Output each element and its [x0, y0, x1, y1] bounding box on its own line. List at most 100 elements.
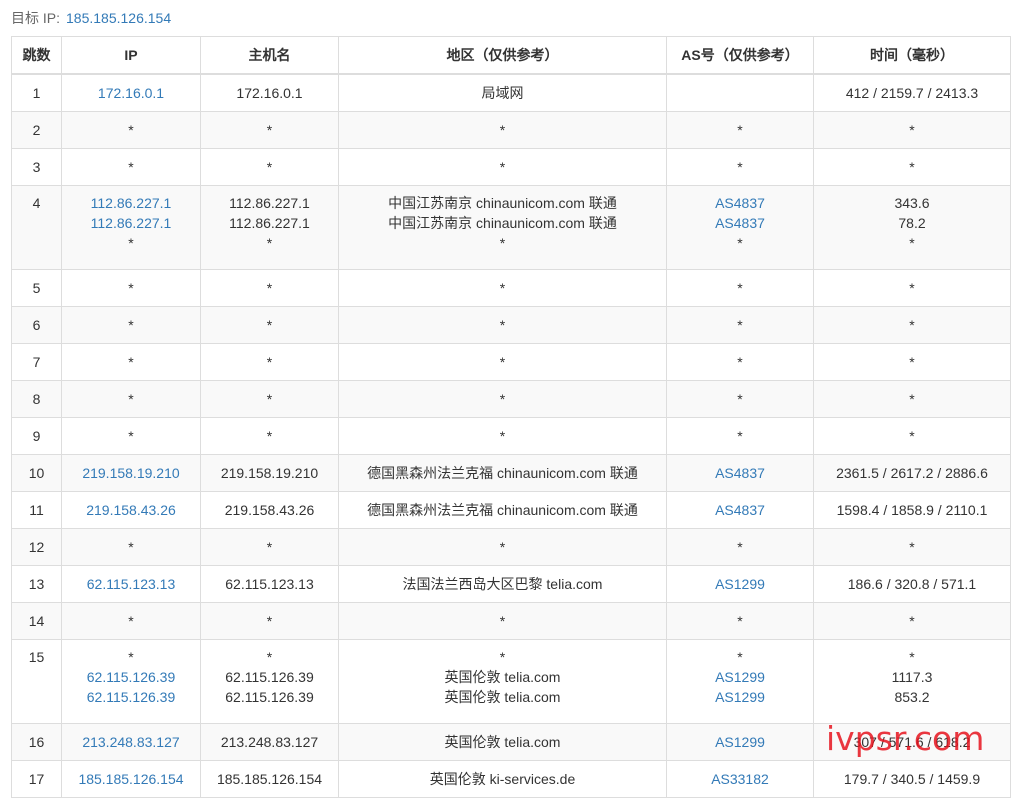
ip-link[interactable]: 112.86.227.1	[66, 193, 196, 213]
hop-cell: 2	[11, 111, 62, 149]
as-cell: AS33182	[666, 760, 814, 798]
hostname-text: *	[266, 280, 273, 296]
ip-link[interactable]: 62.115.126.39	[66, 667, 196, 687]
hostname-text: *	[266, 235, 273, 251]
ip-link[interactable]: 62.115.123.13	[66, 574, 196, 594]
as-link[interactable]: AS33182	[671, 769, 809, 789]
ip-cell: *	[61, 148, 201, 186]
as-link[interactable]: AS1299	[671, 574, 809, 594]
hostname-cell: *	[200, 528, 339, 566]
as-cell: * AS1299 AS1299	[666, 639, 814, 724]
region-text: 中国江苏南京 chinaunicom.com 联通	[388, 195, 617, 211]
region-text: *	[499, 122, 506, 138]
ip-text: *	[128, 317, 134, 333]
hostname-cell: *	[200, 306, 339, 344]
hostname-text: 219.158.43.26	[224, 502, 315, 518]
region-text: 局域网	[481, 85, 524, 101]
hop-cell: 8	[11, 380, 62, 418]
region-text: 德国黑森州法兰克福 chinaunicom.com 联通	[367, 502, 638, 518]
ip-link[interactable]: 62.115.126.39	[66, 687, 196, 707]
table-row: 9 * * * * *	[11, 417, 1011, 455]
region-text: *	[499, 428, 506, 444]
target-ip-label: 目标 IP:	[11, 10, 61, 26]
time-text: *	[909, 235, 915, 251]
ip-text: *	[128, 613, 134, 629]
traceroute-table: 跳数 IP 主机名 地区（仅供参考） AS号（仅供参考） 时间（毫秒） 1 172…	[11, 36, 1011, 798]
ip-link[interactable]: 219.158.19.210	[66, 463, 196, 483]
target-ip-value[interactable]: 185.185.126.154	[66, 10, 171, 26]
region-cell: *	[338, 111, 667, 149]
region-text: 英国伦敦 telia.com	[444, 734, 561, 750]
hop-cell: 12	[11, 528, 62, 566]
as-link[interactable]: AS4837	[671, 463, 809, 483]
region-text: *	[499, 354, 506, 370]
as-link[interactable]: AS1299	[671, 667, 809, 687]
hop-cell: 5	[11, 269, 62, 307]
region-text: *	[499, 613, 506, 629]
ip-cell: 185.185.126.154	[61, 760, 201, 798]
hostname-text: *	[266, 539, 273, 555]
ip-cell: 219.158.43.26	[61, 491, 201, 529]
ip-cell: *	[61, 343, 201, 381]
ip-cell: 213.248.83.127	[61, 723, 201, 761]
as-cell: *	[666, 417, 814, 455]
as-text: *	[737, 391, 743, 407]
table-row: 17 185.185.126.154 185.185.126.154 英国伦敦 ki-…	[11, 760, 1011, 798]
hostname-text: *	[266, 122, 273, 138]
as-link[interactable]: AS1299	[671, 687, 809, 707]
ip-text: *	[128, 122, 134, 138]
ip-link[interactable]: 112.86.227.1	[66, 213, 196, 233]
hop-cell: 7	[11, 343, 62, 381]
region-text: 英国伦敦 telia.com	[444, 689, 561, 705]
time-text: *	[909, 391, 915, 407]
column-header-region: 地区（仅供参考）	[338, 36, 667, 75]
as-link[interactable]: AS4837	[671, 193, 809, 213]
as-text: *	[737, 317, 743, 333]
as-cell: *	[666, 528, 814, 566]
ip-cell: 112.86.227.1 112.86.227.1 *	[61, 185, 201, 270]
hostname-cell: *	[200, 380, 339, 418]
hop-cell: 3	[11, 148, 62, 186]
time-text: *	[909, 649, 915, 665]
hop-cell: 9	[11, 417, 62, 455]
ip-link[interactable]: 172.16.0.1	[66, 83, 196, 103]
time-cell: *	[813, 111, 1011, 149]
region-cell: *	[338, 528, 667, 566]
as-link[interactable]: AS4837	[671, 500, 809, 520]
region-cell: 英国伦敦 telia.com	[338, 723, 667, 761]
ip-cell: *	[61, 528, 201, 566]
as-cell: *	[666, 602, 814, 640]
time-cell: *	[813, 417, 1011, 455]
hostname-text: *	[266, 354, 273, 370]
table-row: 11 219.158.43.26 219.158.43.26 德国黑森州法兰克福 ch…	[11, 491, 1011, 529]
region-cell: *	[338, 602, 667, 640]
time-cell: *	[813, 306, 1011, 344]
as-text: *	[737, 428, 743, 444]
time-cell: *	[813, 380, 1011, 418]
as-text: *	[737, 235, 743, 251]
hostname-cell: *	[200, 602, 339, 640]
time-text: *	[909, 354, 915, 370]
region-cell: 德国黑森州法兰克福 chinaunicom.com 联通	[338, 454, 667, 492]
hostname-text: 112.86.227.1	[229, 195, 310, 211]
hostname-text: *	[266, 159, 273, 175]
as-cell: AS4837 AS4837 *	[666, 185, 814, 270]
region-cell: 英国伦敦 ki-services.de	[338, 760, 667, 798]
as-link[interactable]: AS1299	[671, 732, 809, 752]
ip-link[interactable]: 185.185.126.154	[66, 769, 196, 789]
region-text: *	[499, 280, 506, 296]
region-text: *	[499, 317, 506, 333]
as-cell: *	[666, 306, 814, 344]
as-cell: *	[666, 343, 814, 381]
region-text: 英国伦敦 telia.com	[444, 669, 561, 685]
time-cell: 2361.5 / 2617.2 / 2886.6	[813, 454, 1011, 492]
ip-link[interactable]: 219.158.43.26	[66, 500, 196, 520]
time-text: 307 / 571.6 / 618.2	[853, 734, 971, 750]
time-text: 1117.3	[891, 669, 933, 685]
hop-cell: 17	[11, 760, 62, 798]
hop-cell: 4	[11, 185, 62, 270]
hostname-text: 172.16.0.1	[236, 85, 303, 101]
ip-link[interactable]: 213.248.83.127	[66, 732, 196, 752]
hop-cell: 10	[11, 454, 62, 492]
as-link[interactable]: AS4837	[671, 213, 809, 233]
